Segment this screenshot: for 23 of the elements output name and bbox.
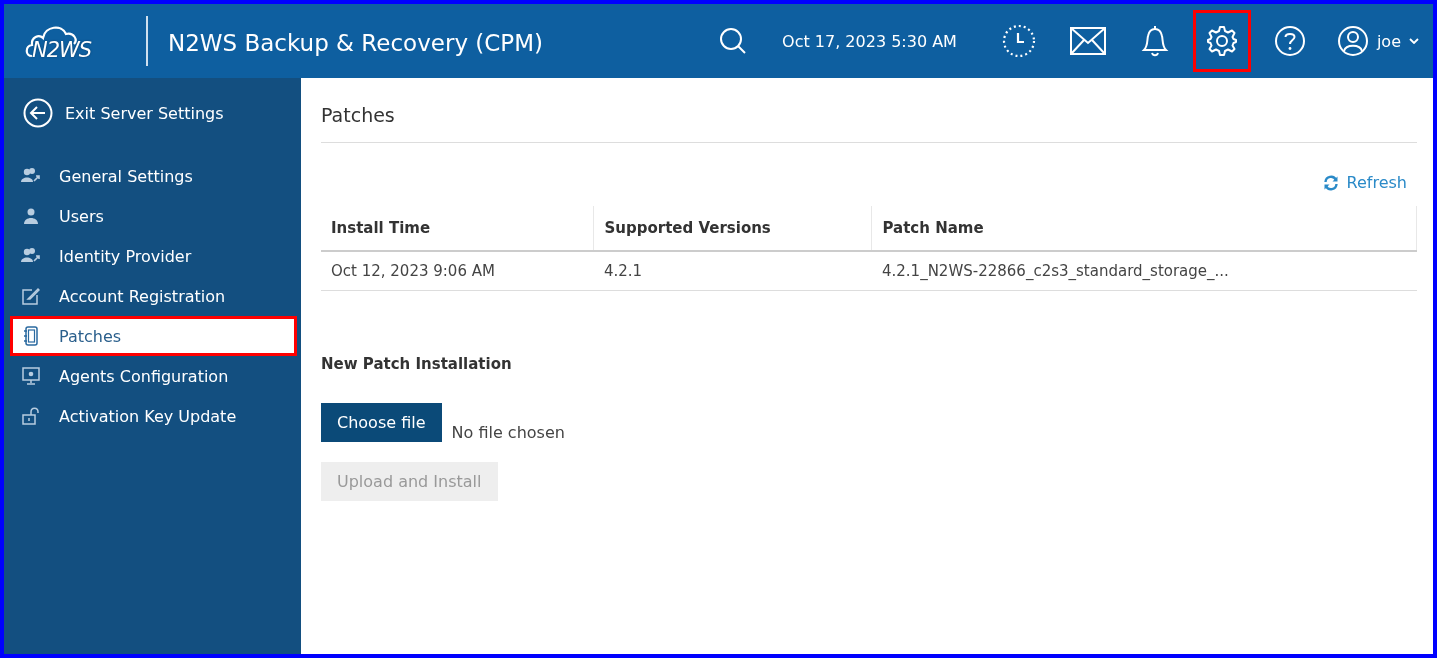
sidebar-item[interactable]: Agents Configuration	[4, 356, 301, 396]
sidebar-item[interactable]: Users	[4, 196, 301, 236]
section-heading: New Patch Installation	[321, 355, 513, 373]
date-time: Oct 17, 2023 5:30 AM	[782, 31, 957, 51]
user-menu[interactable]: joe	[1336, 25, 1419, 57]
table-cell: 4.2.1_N2WS-22866_c2s3_standard_storage_...	[871, 251, 1417, 291]
table-cell: Oct 12, 2023 9:06 AM	[321, 251, 594, 291]
column-header[interactable]: Install Time	[321, 206, 594, 251]
column-header[interactable]: Supported Versions	[594, 206, 872, 251]
sidebar-item[interactable]: Patches	[10, 316, 297, 356]
choose-file-button[interactable]: Choose file	[321, 403, 442, 442]
page-title: Patches	[321, 104, 1417, 143]
sidebar-item[interactable]: Activation Key Update	[4, 396, 301, 436]
sidebar-item[interactable]: Account Registration	[4, 276, 301, 316]
logo-text: N2WS	[32, 38, 92, 62]
refresh-link[interactable]: Refresh	[1322, 173, 1407, 192]
sidebar-item[interactable]: General Settings	[4, 156, 301, 196]
column-header[interactable]: Patch Name	[871, 206, 1417, 251]
file-status: No file chosen	[451, 423, 565, 442]
exit-server-settings-link[interactable]: Exit Server Settings	[4, 98, 301, 128]
app-title: N2WS Backup & Recovery (CPM)	[168, 30, 544, 56]
sidebar-item[interactable]: Identity Provider	[4, 236, 301, 276]
table-cell: 4.2.1	[594, 251, 872, 291]
